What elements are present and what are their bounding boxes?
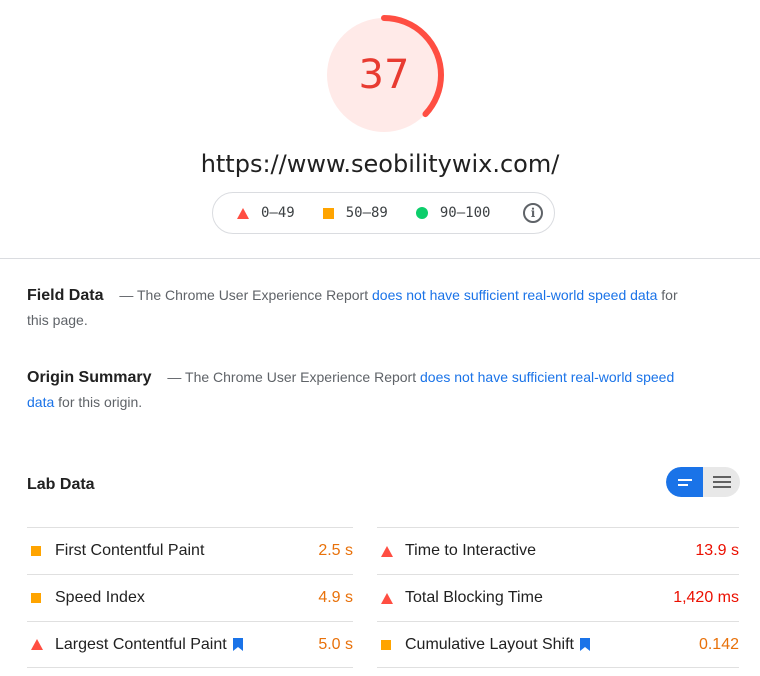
origin-summary-dash: —: [167, 369, 182, 385]
metric-row: Cumulative Layout Shift 0.142: [377, 621, 739, 668]
legend-label-fail: 0–49: [261, 205, 295, 221]
metric-value: 0.142: [698, 635, 739, 653]
metric-label: Time to Interactive: [405, 542, 537, 559]
metric-row: Speed Index 4.9 s: [27, 574, 353, 621]
field-data-text: The Chrome User Experience Report: [137, 287, 369, 303]
performance-score: 37: [358, 52, 410, 98]
square-orange-icon: [31, 546, 41, 556]
score-legend: 0–49 50–89 90–100 i: [212, 192, 555, 234]
square-orange-icon: [31, 593, 41, 603]
legend-item-pass: 90–100: [415, 205, 491, 221]
triangle-red-icon: [381, 592, 393, 604]
origin-summary-text-after: for this origin.: [58, 394, 143, 410]
metric-row: Total Blocking Time 1,420 ms: [377, 574, 739, 621]
legend-item-average: 50–89: [322, 205, 388, 221]
metric-value: 4.9 s: [318, 589, 353, 606]
circle-green-icon: [415, 207, 428, 219]
metric-row: Time to Interactive 13.9 s: [377, 527, 739, 574]
metric-label: Speed Index: [55, 589, 145, 606]
metric-row: Largest Contentful Paint 5.0 s: [27, 621, 353, 668]
triangle-red-icon: [31, 639, 43, 650]
metric-value: 13.9 s: [695, 542, 739, 559]
legend-label-average: 50–89: [345, 205, 388, 221]
metric-value: 1,420 ms: [673, 589, 739, 606]
metric-value: 5.0 s: [318, 635, 353, 653]
field-data-section: Field Data — The Chrome User Experience …: [27, 283, 687, 333]
metric-label: Total Blocking Time: [405, 589, 543, 606]
field-data-link[interactable]: does not have sufficient real-world spee…: [372, 287, 657, 303]
section-divider: [0, 258, 760, 259]
legend-item-fail: 0–49: [237, 205, 295, 221]
origin-summary-title: Origin Summary: [27, 369, 152, 386]
field-data-title: Field Data: [27, 287, 104, 304]
info-icon[interactable]: i: [523, 203, 543, 223]
metrics-right-column: Time to Interactive 13.9 s Total Blockin…: [377, 527, 739, 668]
bar-view-icon[interactable]: [666, 467, 703, 497]
metric-label: Cumulative Layout Shift: [405, 635, 574, 653]
square-orange-icon: [322, 207, 334, 219]
legend-label-pass: 90–100: [439, 205, 491, 221]
origin-summary-section: Origin Summary — The Chrome User Experie…: [27, 365, 687, 415]
square-orange-icon: [381, 639, 391, 650]
bookmark-icon[interactable]: [579, 638, 590, 651]
tested-url: https://www.seobilitywix.com/: [200, 150, 560, 178]
origin-summary-text: The Chrome User Experience Report: [185, 369, 417, 385]
metric-label: First Contentful Paint: [55, 542, 205, 559]
lab-data-title: Lab Data: [27, 476, 95, 493]
metric-label: Largest Contentful Paint: [55, 635, 227, 653]
metric-value: 2.5 s: [318, 542, 353, 559]
bookmark-icon[interactable]: [232, 638, 243, 651]
performance-score-gauge: 37: [323, 14, 445, 136]
triangle-red-icon: [237, 207, 249, 219]
field-data-dash: —: [119, 287, 134, 303]
list-view-icon[interactable]: [703, 467, 740, 497]
view-toggle: [666, 467, 740, 497]
metrics-left-column: First Contentful Paint 2.5 s Speed Index…: [27, 527, 353, 668]
metric-row: First Contentful Paint 2.5 s: [27, 527, 353, 574]
triangle-red-icon: [381, 545, 393, 557]
